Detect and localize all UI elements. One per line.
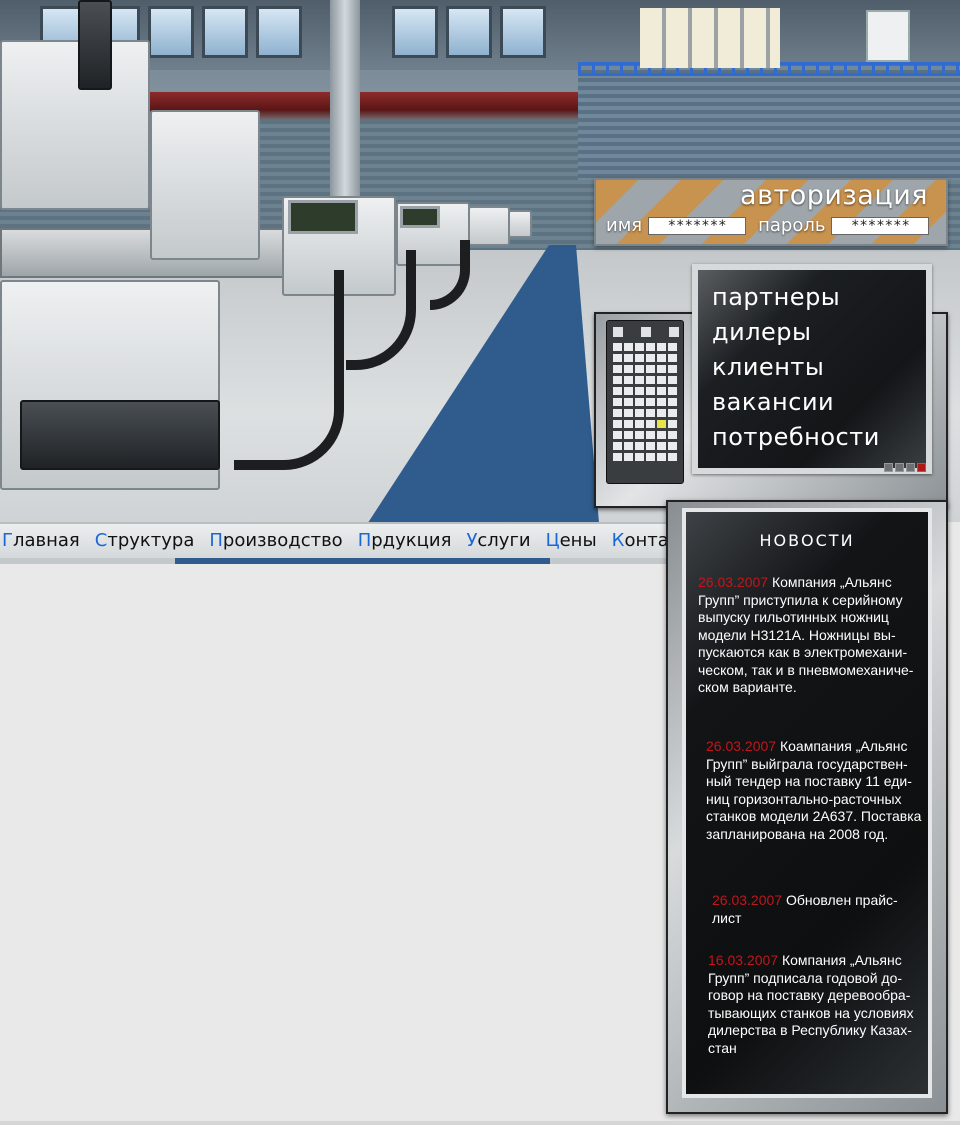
news-text: Компания „Альянс Групп” приступила к сер…	[698, 574, 914, 695]
menu-item-clients[interactable]: клиенты	[712, 350, 880, 385]
hero-blinds	[640, 8, 780, 68]
footer-line	[0, 1121, 960, 1125]
auth-box: авторизация имя пароль	[594, 178, 948, 246]
control-panel-4	[508, 210, 532, 238]
password-input[interactable]	[831, 216, 930, 235]
nav-label: рдукция	[371, 530, 452, 551]
nav-initial: П	[209, 530, 223, 551]
nav-label: ены	[559, 530, 597, 551]
nav-item-prices[interactable]: Цены	[546, 530, 597, 551]
machine-cable	[234, 270, 344, 470]
nav-initial: С	[94, 530, 108, 551]
nav-initial: У	[466, 530, 478, 551]
nav-item-structure[interactable]: Структура	[95, 530, 195, 551]
menu-item-needs[interactable]: потребности	[712, 420, 880, 455]
nav-initial: Г	[2, 530, 13, 551]
news-item[interactable]: 26.03.2007 Компания „Альянс Групп” прист…	[698, 574, 926, 697]
page: авторизация имя пароль	[0, 0, 960, 1125]
hero-windows-right	[392, 6, 546, 58]
side-menu: партнеры дилеры клиенты вакансии потребн…	[712, 280, 880, 455]
main-nav: Главная Структура Производство Прдукция …	[0, 522, 704, 558]
news-date: 16.03.2007	[708, 952, 779, 968]
nav-label: труктура	[107, 530, 195, 551]
menu-item-partners[interactable]: партнеры	[712, 280, 880, 315]
menu-item-vacancies[interactable]: вакансии	[712, 385, 880, 420]
name-label: имя	[606, 215, 643, 236]
nav-underline	[0, 558, 684, 564]
nav-label: слуги	[477, 530, 531, 551]
news-item[interactable]: 26.03.2007 Коампания „Альянс Групп” выйг…	[706, 738, 926, 843]
news-item[interactable]: 26.03.2007 Обновлен прайс-лист	[712, 892, 926, 927]
nav-item-production[interactable]: Производство	[209, 530, 342, 551]
machine-tray	[20, 400, 220, 470]
news-date: 26.03.2007	[706, 738, 777, 754]
news-date: 26.03.2007	[698, 574, 769, 590]
auth-row: имя пароль	[606, 215, 930, 236]
news-title: новости	[759, 526, 855, 552]
hero-platform	[578, 62, 960, 180]
menu-screen: партнеры дилеры клиенты вакансии потребн…	[692, 264, 932, 474]
auth-title: авторизация	[740, 180, 928, 211]
nav-item-products[interactable]: Прдукция	[358, 530, 452, 551]
nav-item-home[interactable]: Главная	[2, 530, 80, 551]
news-screen: новости 26.03.2007 Компания „Альянс Груп…	[682, 508, 932, 1098]
control-panel-3	[468, 206, 510, 246]
news-panel: новости 26.03.2007 Компания „Альянс Груп…	[666, 500, 948, 1114]
control-screen-1	[288, 200, 358, 234]
nav-label: лавная	[12, 530, 80, 551]
hero-door	[866, 10, 910, 62]
nav-list: Главная Структура Производство Прдукция …	[2, 530, 719, 551]
menu-indicator	[884, 463, 926, 472]
name-input[interactable]	[648, 216, 747, 235]
password-label: пароль	[758, 215, 826, 236]
keypad-image	[606, 320, 684, 484]
news-date: 26.03.2007	[712, 892, 783, 908]
news-item[interactable]: 16.03.2007 Компания „Альянс Групп” подпи…	[708, 952, 928, 1057]
nav-initial: П	[357, 530, 372, 551]
nav-initial: К	[611, 530, 625, 551]
machine-2	[150, 110, 260, 260]
menu-panel: партнеры дилеры клиенты вакансии потребн…	[594, 264, 948, 508]
nav-label: роизводство	[222, 530, 343, 551]
control-screen-2	[400, 206, 440, 228]
nav-item-services[interactable]: Услуги	[466, 530, 530, 551]
menu-item-dealers[interactable]: дилеры	[712, 315, 880, 350]
nav-initial: Ц	[545, 530, 560, 551]
machine-head	[78, 0, 112, 90]
machine-body	[0, 40, 150, 210]
